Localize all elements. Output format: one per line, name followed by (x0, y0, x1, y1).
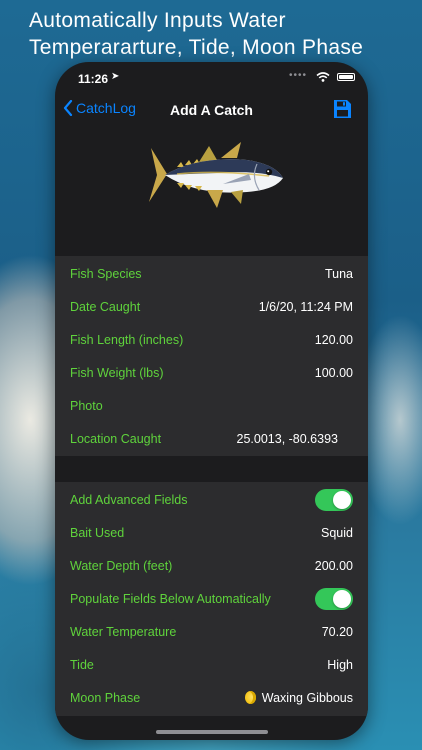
field-row-fish-species[interactable]: Fish Species Tuna (55, 257, 368, 290)
wifi-icon (316, 72, 330, 82)
toggle-knob (333, 589, 351, 608)
populate-automatically-toggle[interactable] (315, 587, 353, 610)
add-advanced-toggle[interactable] (315, 488, 353, 511)
promo-headline: Automatically Inputs Water Temperarartur… (29, 9, 364, 59)
catch-details-section: Fish Species Tuna Date Caught 1/6/20, 11… (55, 256, 368, 456)
page-title: Add A Catch (170, 102, 253, 118)
field-value: 70.20 (321, 624, 353, 639)
navigation-bar: CatchLog Add A Catch (55, 94, 368, 128)
field-row-date-caught[interactable]: Date Caught 1/6/20, 11:24 PM (55, 290, 368, 323)
moon-phase-value: Waxing Gibbous (261, 690, 353, 705)
field-row-photo[interactable]: Photo (55, 389, 368, 422)
field-row-moon-phase[interactable]: Moon Phase Waxing Gibbous (55, 681, 368, 714)
battery-icon (337, 73, 355, 81)
toggle-knob (333, 490, 351, 509)
floppy-disk-icon[interactable] (332, 99, 352, 119)
field-row-fish-length[interactable]: Fish Length (inches) 120.00 (55, 323, 368, 356)
field-label: Fish Length (inches) (70, 332, 184, 347)
home-indicator[interactable] (156, 730, 268, 734)
field-value: 25.0013, -80.6393 (236, 431, 338, 446)
field-value: 120.00 (314, 332, 353, 347)
status-time: 11:26 (78, 72, 109, 86)
location-arrow-icon: ➤ (111, 71, 120, 82)
status-bar: 11:26 ➤ •••• (55, 62, 368, 94)
signal-icon: •••• (288, 70, 307, 81)
phone-screen: 11:26 ➤ •••• CatchLog Add A Catch Fish S… (55, 62, 368, 740)
tuna-fish-image (149, 142, 283, 208)
field-row-fish-weight[interactable]: Fish Weight (lbs) 100.00 (55, 356, 368, 389)
field-row-add-advanced: Add Advanced Fields (55, 483, 368, 516)
field-row-bait-used[interactable]: Bait Used Squid (55, 516, 368, 549)
field-value: 200.00 (314, 558, 353, 573)
field-value: Squid (321, 525, 353, 540)
field-value: Waxing Gibbous (244, 690, 353, 705)
field-label: Date Caught (70, 299, 141, 314)
field-value: Tuna (324, 266, 353, 281)
catch-photo-area[interactable] (55, 128, 368, 256)
field-label: Fish Species (70, 266, 142, 281)
field-row-water-depth[interactable]: Water Depth (feet) 200.00 (55, 549, 368, 582)
field-row-populate-automatically: Populate Fields Below Automatically (55, 582, 368, 615)
field-row-tide[interactable]: Tide High (55, 648, 368, 681)
field-label: Location Caught (70, 431, 162, 446)
field-value: 100.00 (314, 365, 353, 380)
field-label: Water Temperature (70, 624, 177, 639)
advanced-fields-section: Add Advanced Fields Bait Used Squid Wate… (55, 482, 368, 716)
field-value: High (327, 657, 353, 672)
field-label: Water Depth (feet) (70, 558, 173, 573)
field-label: Tide (70, 657, 94, 672)
field-label: Add Advanced Fields (70, 492, 188, 507)
moon-icon (244, 690, 256, 704)
field-label: Populate Fields Below Automatically (70, 591, 271, 606)
field-row-location-caught[interactable]: Location Caught 25.0013, -80.6393 (55, 422, 368, 455)
field-value: 1/6/20, 11:24 PM (258, 299, 353, 314)
field-label: Photo (70, 398, 103, 413)
field-label: Fish Weight (lbs) (70, 365, 164, 380)
section-separator (55, 456, 368, 482)
field-row-water-temperature[interactable]: Water Temperature 70.20 (55, 615, 368, 648)
field-label: Bait Used (70, 525, 125, 540)
field-label: Moon Phase (70, 690, 141, 705)
